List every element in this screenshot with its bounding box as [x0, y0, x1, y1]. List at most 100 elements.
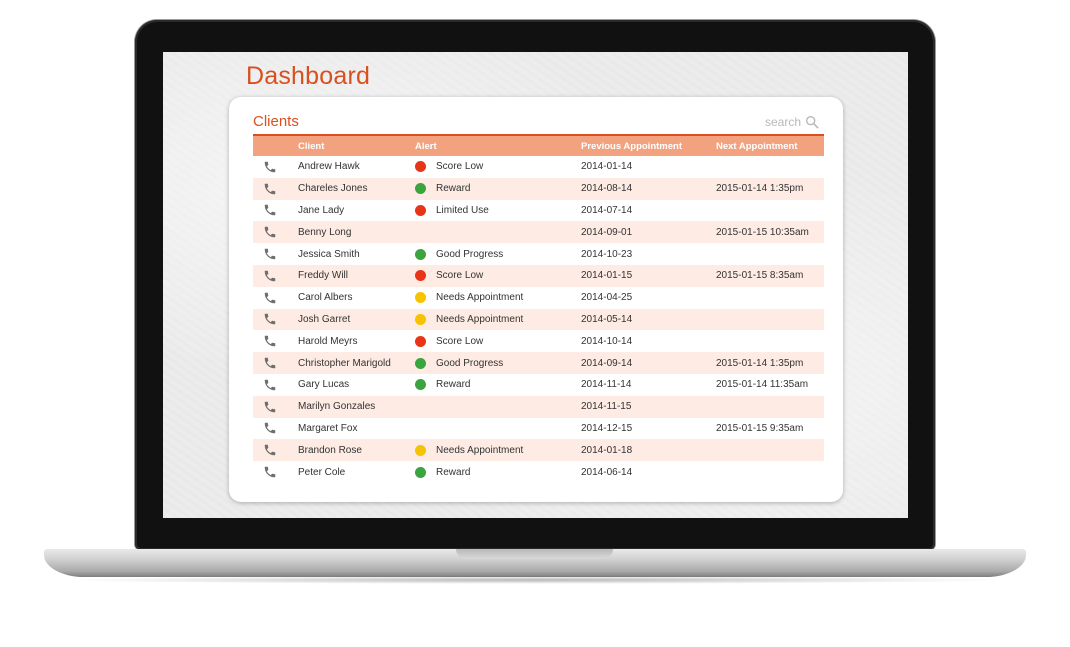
client-name: Andrew Hawk [298, 161, 360, 173]
table-row[interactable]: Gary Lucas Reward 2014-11-14 2015-01-14 11:… [253, 374, 824, 396]
status-dot [415, 313, 426, 325]
alert-text: Reward [436, 466, 471, 478]
phone-cell[interactable] [253, 179, 298, 199]
client-name: Jessica Smith [298, 248, 360, 260]
table-row[interactable]: Josh Garret Needs Appointment 2014-05-14 [253, 308, 824, 331]
phone-cell[interactable] [253, 157, 298, 177]
table-row[interactable]: Jane Lady Limited Use 2014-07-14 [253, 200, 824, 222]
phone-cell[interactable] [253, 309, 298, 329]
alert-text: Needs Appointment [436, 313, 524, 325]
table-row[interactable]: Benny Long 2014-09-01 2015-01-15 10:35am [253, 221, 824, 244]
phone-icon[interactable] [263, 421, 277, 435]
previous-appointment: 2014-06-14 [581, 466, 633, 478]
phone-cell[interactable] [253, 331, 298, 351]
client-name: Margaret Fox [298, 422, 358, 434]
search-box[interactable]: search [765, 115, 819, 129]
table-row[interactable]: Carol Albers Needs Appointment 2014-04-25 [253, 287, 824, 309]
client-name: Chareles Jones [298, 183, 368, 195]
phone-cell[interactable] [253, 200, 298, 220]
phone-icon[interactable] [263, 247, 277, 261]
alert-text: Good Progress [436, 357, 504, 369]
phone-cell[interactable] [253, 288, 298, 308]
phone-cell[interactable] [253, 397, 298, 417]
table-row[interactable]: Marilyn Gonzales 2014-11-15 [253, 395, 824, 418]
phone-icon[interactable] [263, 312, 277, 326]
table-row[interactable]: Brandon Rose Needs Appointment 2014-01-18 [253, 439, 824, 462]
phone-cell[interactable] [253, 418, 298, 438]
screen: Dashboard Clients search Client Alert Pr… [163, 52, 908, 518]
phone-cell[interactable] [253, 244, 298, 264]
next-appointment: 2015-01-14 11:35am [716, 379, 809, 391]
phone-icon[interactable] [263, 182, 277, 196]
laptop-shadow [60, 576, 1010, 584]
phone-icon[interactable] [263, 356, 277, 370]
phone-icon[interactable] [263, 225, 277, 239]
client-name: Harold Meyrs [298, 335, 358, 347]
alert-cell: Score Low [415, 335, 581, 347]
previous-appointment: 2014-01-14 [581, 161, 633, 173]
table-row[interactable]: Freddy Will Score Low 2014-01-15 2015-01-15… [253, 264, 824, 287]
status-dot [415, 335, 426, 347]
status-dot [415, 248, 426, 260]
phone-icon[interactable] [263, 291, 277, 305]
alert-cell: Score Low [415, 161, 581, 173]
table-row[interactable]: Jessica Smith Good Progress 2014-10-23 [253, 243, 824, 265]
previous-appointment: 2014-10-23 [581, 248, 633, 260]
phone-cell[interactable] [253, 462, 298, 482]
status-dot [415, 183, 426, 195]
phone-cell[interactable] [253, 375, 298, 395]
table-row[interactable]: Andrew Hawk Score Low 2014-01-14 [253, 156, 824, 178]
previous-appointment: 2014-07-14 [581, 204, 633, 216]
phone-cell[interactable] [253, 266, 298, 286]
previous-appointment: 2014-11-14 [581, 379, 632, 391]
phone-icon[interactable] [263, 443, 277, 457]
client-name: Brandon Rose [298, 444, 362, 456]
client-name: Freddy Will [298, 270, 349, 282]
phone-icon[interactable] [263, 160, 277, 174]
alert-text: Score Low [436, 335, 484, 347]
alert-cell: Needs Appointment [415, 313, 581, 325]
client-name: Christopher Marigold [298, 357, 391, 369]
alert-text: Limited Use [436, 204, 489, 216]
alert-text: Needs Appointment [436, 444, 524, 456]
alert-cell: Reward [415, 183, 581, 195]
previous-appointment: 2014-12-15 [581, 422, 633, 434]
phone-cell[interactable] [253, 222, 298, 242]
laptop-notch [456, 549, 613, 559]
phone-cell[interactable] [253, 353, 298, 373]
phone-icon[interactable] [263, 334, 277, 348]
alert-cell: Needs Appointment [415, 444, 581, 456]
table-row[interactable]: Chareles Jones Reward 2014-08-14 2015-01-14… [253, 177, 824, 200]
table-row[interactable]: Christopher Marigold Good Progress 2014-09… [253, 352, 824, 374]
phone-icon[interactable] [263, 269, 277, 283]
client-name: Carol Albers [298, 292, 353, 304]
phone-icon[interactable] [263, 465, 277, 479]
table-row[interactable]: Harold Meyrs Score Low 2014-10-14 [253, 330, 824, 352]
previous-appointment: 2014-05-14 [581, 313, 633, 325]
next-appointment: 2015-01-14 1:35pm [716, 183, 804, 195]
previous-appointment: 2014-01-18 [581, 444, 633, 456]
status-dot [415, 357, 426, 369]
phone-icon[interactable] [263, 203, 277, 217]
header-alert: Alert [415, 140, 437, 152]
alert-cell: Good Progress [415, 357, 581, 369]
table-row[interactable]: Peter Cole Reward 2014-06-14 [253, 461, 824, 483]
status-dot [415, 444, 426, 456]
phone-icon[interactable] [263, 400, 277, 414]
table-body: Andrew Hawk Score Low 2014-01-14 Chareles J… [253, 156, 824, 483]
header-previous-appointment: Previous Appointment [581, 140, 682, 152]
next-appointment: 2015-01-14 1:35pm [716, 357, 804, 369]
phone-icon[interactable] [263, 378, 277, 392]
header-next-appointment: Next Appointment [716, 140, 798, 152]
next-appointment: 2015-01-15 9:35am [716, 422, 804, 434]
phone-cell[interactable] [253, 440, 298, 460]
clients-table: Client Alert Previous Appointment Next A… [253, 134, 824, 483]
previous-appointment: 2014-09-14 [581, 357, 633, 369]
search-input[interactable]: search [765, 115, 801, 129]
client-name: Marilyn Gonzales [298, 401, 376, 413]
table-row[interactable]: Margaret Fox 2014-12-15 2015-01-15 9:35am [253, 418, 824, 440]
client-name: Benny Long [298, 226, 352, 238]
page-title: Dashboard [246, 62, 371, 90]
search-icon[interactable] [805, 115, 819, 129]
client-name: Jane Lady [298, 204, 345, 216]
